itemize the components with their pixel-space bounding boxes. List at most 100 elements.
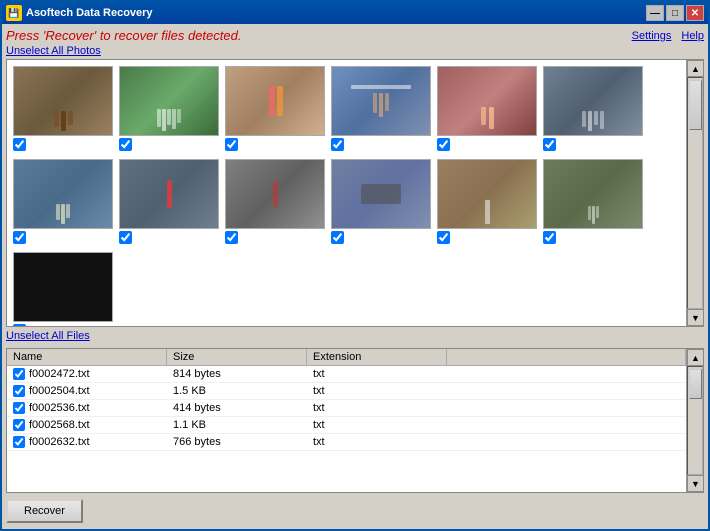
file-checkbox[interactable] <box>13 368 25 380</box>
files-scrollbar: ▲ ▼ <box>686 349 703 492</box>
scroll-up-button[interactable]: ▲ <box>687 60 704 77</box>
photo-thumb <box>543 159 643 229</box>
file-size-cell: 1.5 KB <box>167 384 307 398</box>
file-ext-cell: txt <box>307 384 447 398</box>
photo-item <box>13 159 113 244</box>
col-header-name: Name <box>7 349 167 365</box>
photos-scrollbar: ▲ ▼ <box>686 60 703 326</box>
main-window: 💾 Asoftech Data Recovery — □ ✕ Press 'Re… <box>0 0 710 531</box>
minimize-button[interactable]: — <box>646 5 664 21</box>
photo-thumb <box>13 159 113 229</box>
file-rest-cell <box>447 384 686 398</box>
file-name: f0002472.txt <box>29 368 90 380</box>
file-ext-cell: txt <box>307 367 447 381</box>
photo-item <box>437 159 537 244</box>
file-checkbox[interactable] <box>13 402 25 414</box>
photo-checkbox[interactable] <box>225 231 238 244</box>
file-rest-cell <box>447 367 686 381</box>
unselect-files-link[interactable]: Unselect All Files <box>6 330 90 342</box>
photo-checkbox[interactable] <box>543 138 556 151</box>
photo-checkbox[interactable] <box>331 138 344 151</box>
files-panel: Name Size Extension f0002472.txt 814 byt… <box>6 348 704 493</box>
col-header-rest <box>447 349 686 365</box>
app-icon: 💾 <box>6 5 22 21</box>
photo-checkbox[interactable] <box>225 138 238 151</box>
file-size-cell: 414 bytes <box>167 401 307 415</box>
file-ext-cell: txt <box>307 418 447 432</box>
photo-checkbox[interactable] <box>13 138 26 151</box>
photo-checkbox[interactable] <box>437 138 450 151</box>
file-name: f0002568.txt <box>29 419 90 431</box>
files-rows: f0002472.txt 814 bytes txt f0002504.txt … <box>7 366 686 487</box>
close-button[interactable]: ✕ <box>686 5 704 21</box>
unselect-photos-link[interactable]: Unselect All Photos <box>6 45 101 57</box>
file-row: f0002632.txt 766 bytes txt <box>7 434 686 451</box>
photo-item <box>225 66 325 151</box>
recover-button[interactable]: Recover <box>6 499 83 523</box>
file-name-cell: f0002472.txt <box>7 367 167 381</box>
file-rest-cell <box>447 401 686 415</box>
file-size-cell: 814 bytes <box>167 367 307 381</box>
file-row: f0002568.txt 1.1 KB txt <box>7 417 686 434</box>
maximize-button[interactable]: □ <box>666 5 684 21</box>
files-table-container: Name Size Extension f0002472.txt 814 byt… <box>7 349 686 492</box>
photo-checkbox[interactable] <box>13 324 26 326</box>
photo-checkbox[interactable] <box>119 231 132 244</box>
files-table-header: Name Size Extension <box>7 349 686 366</box>
photo-row-1 <box>13 66 680 151</box>
photo-item <box>225 159 325 244</box>
file-name: f0002504.txt <box>29 385 90 397</box>
bottom-bar: Recover <box>6 497 704 525</box>
files-scroll-down[interactable]: ▼ <box>687 475 704 492</box>
files-scroll-track[interactable] <box>687 366 703 475</box>
title-bar-left: 💾 Asoftech Data Recovery <box>6 5 153 21</box>
photo-checkbox[interactable] <box>13 231 26 244</box>
photo-item <box>437 66 537 151</box>
content-area: Press 'Recover' to recover files detecte… <box>2 24 708 529</box>
title-buttons: — □ ✕ <box>646 5 704 21</box>
photos-panel: ▲ ▼ <box>6 59 704 327</box>
photo-item <box>13 252 113 326</box>
photo-item <box>119 66 219 151</box>
photo-checkbox[interactable] <box>119 138 132 151</box>
photo-thumb <box>13 252 113 322</box>
file-row: f0002472.txt 814 bytes txt <box>7 366 686 383</box>
help-link[interactable]: Help <box>681 30 704 42</box>
file-checkbox[interactable] <box>13 385 25 397</box>
scroll-down-button[interactable]: ▼ <box>687 309 704 326</box>
photo-row-3 <box>13 252 680 326</box>
photo-item <box>543 66 643 151</box>
photo-thumb <box>543 66 643 136</box>
file-row: f0002504.txt 1.5 KB txt <box>7 383 686 400</box>
photo-thumb <box>437 66 537 136</box>
file-size-cell: 766 bytes <box>167 435 307 449</box>
photo-thumb <box>13 66 113 136</box>
settings-link[interactable]: Settings <box>632 30 672 42</box>
photo-scroll-area <box>7 60 686 326</box>
photo-item <box>331 66 431 151</box>
file-checkbox[interactable] <box>13 436 25 448</box>
scroll-handle[interactable] <box>689 80 702 130</box>
photo-checkbox[interactable] <box>543 231 556 244</box>
file-ext-cell: txt <box>307 401 447 415</box>
photo-thumb <box>225 159 325 229</box>
photo-thumb <box>331 66 431 136</box>
photo-row-2 <box>13 159 680 244</box>
photo-item <box>543 159 643 244</box>
file-name: f0002536.txt <box>29 402 90 414</box>
title-bar: 💾 Asoftech Data Recovery — □ ✕ <box>2 2 708 24</box>
file-checkbox[interactable] <box>13 419 25 431</box>
col-header-ext: Extension <box>307 349 447 365</box>
photo-checkbox[interactable] <box>437 231 450 244</box>
file-name-cell: f0002504.txt <box>7 384 167 398</box>
files-scroll-up[interactable]: ▲ <box>687 349 704 366</box>
scroll-track[interactable] <box>687 77 703 309</box>
file-ext-cell: txt <box>307 435 447 449</box>
photo-thumb <box>225 66 325 136</box>
files-scroll-handle[interactable] <box>689 369 702 399</box>
file-rest-cell <box>447 435 686 449</box>
file-name-cell: f0002536.txt <box>7 401 167 415</box>
photo-item <box>331 159 431 244</box>
photo-checkbox[interactable] <box>331 231 344 244</box>
window-title: Asoftech Data Recovery <box>26 7 153 19</box>
